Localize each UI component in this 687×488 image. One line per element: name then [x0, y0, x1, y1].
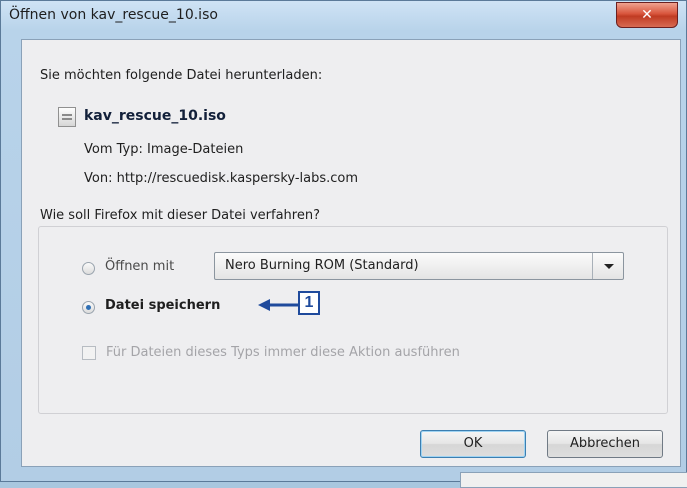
action-question: Wie soll Firefox mit dieser Datei verfah…: [40, 208, 320, 223]
dialog-content: Sie möchten folgende Datei herunterladen…: [21, 39, 681, 467]
save-file-label[interactable]: Datei speichern: [105, 298, 220, 313]
file-name: kav_rescue_10.iso: [84, 108, 226, 124]
close-icon: ✕: [641, 7, 653, 23]
file-source: Von: http://rescuedisk.kaspersky-labs.co…: [84, 171, 359, 186]
close-button[interactable]: ✕: [616, 2, 678, 28]
file-type: Vom Typ: Image-Dateien: [84, 142, 244, 157]
download-dialog-window: Öffnen von kav_rescue_10.iso ✕ Sie möcht…: [0, 0, 687, 482]
file-icon: [58, 107, 76, 127]
intro-text: Sie möchten folgende Datei herunterladen…: [40, 68, 323, 83]
annotation-marker: 1: [298, 291, 320, 315]
background-window: [460, 472, 687, 488]
cancel-button[interactable]: Abbrechen: [547, 430, 663, 458]
open-with-select[interactable]: Nero Burning ROM (Standard): [214, 252, 624, 280]
open-with-value: Nero Burning ROM (Standard): [225, 258, 419, 273]
open-with-radio[interactable]: [82, 262, 95, 275]
annotation-arrow-icon: [258, 299, 298, 311]
save-file-radio[interactable]: [82, 301, 95, 314]
ok-button[interactable]: OK: [420, 430, 526, 458]
chevron-down-icon[interactable]: [592, 253, 623, 279]
always-do-checkbox[interactable]: [82, 346, 96, 360]
title-bar[interactable]: Öffnen von kav_rescue_10.iso ✕: [1, 1, 686, 39]
always-do-label[interactable]: Für Dateien dieses Typs immer diese Akti…: [106, 345, 460, 360]
window-title: Öffnen von kav_rescue_10.iso: [9, 7, 218, 23]
open-with-label[interactable]: Öffnen mit: [105, 259, 174, 274]
